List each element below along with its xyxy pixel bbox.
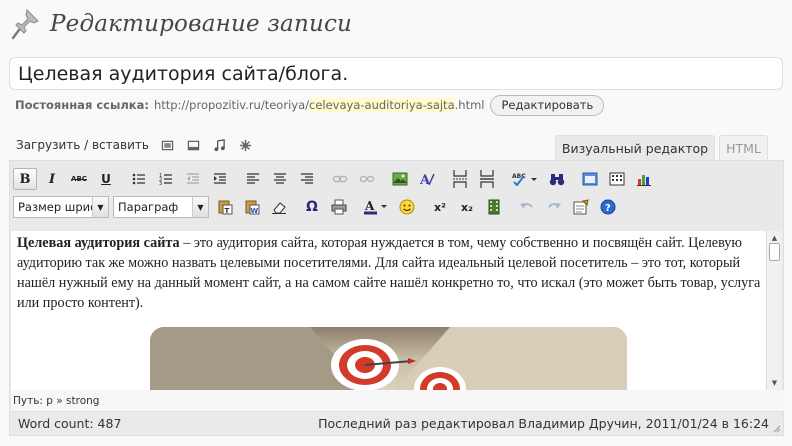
svg-text:?: ? bbox=[605, 203, 611, 214]
spellcheck-icon[interactable]: ABC bbox=[508, 168, 542, 190]
permalink-label: Постоянная ссылка: bbox=[15, 98, 149, 112]
align-right-icon[interactable] bbox=[295, 168, 319, 190]
chevron-down-icon: ▼ bbox=[92, 197, 108, 217]
edit-permalink-button[interactable]: Редактировать bbox=[490, 94, 605, 116]
word-count: Word count: 487 bbox=[18, 416, 122, 431]
svg-text:3: 3 bbox=[159, 181, 162, 187]
print-icon[interactable] bbox=[327, 196, 351, 218]
emoticon-icon[interactable] bbox=[395, 196, 419, 218]
paste-word-icon[interactable]: W bbox=[240, 196, 264, 218]
darts-target-illustration bbox=[150, 327, 627, 390]
scroll-down-icon[interactable]: ▼ bbox=[767, 376, 782, 390]
chevron-down-icon: ▼ bbox=[192, 197, 208, 217]
element-path[interactable]: Путь: p » strong bbox=[13, 395, 99, 407]
content-lead-bold: Целевая аудитория сайта bbox=[17, 235, 180, 251]
editor-frame: B I ABC U 123 A ABC Размер шрифт ▼ Параг… bbox=[9, 160, 784, 412]
resize-grip-icon[interactable] bbox=[771, 423, 781, 433]
media-star-icon[interactable] bbox=[239, 138, 253, 152]
more-tag-icon[interactable] bbox=[475, 168, 499, 190]
page-break-icon[interactable] bbox=[448, 168, 472, 190]
video-icon[interactable] bbox=[187, 138, 201, 152]
page-title: Редактирование записи bbox=[50, 11, 353, 37]
subscript-icon[interactable]: x₂ bbox=[455, 196, 479, 218]
find-binoculars-icon[interactable] bbox=[545, 168, 569, 190]
special-char-icon[interactable]: Ω bbox=[300, 196, 324, 218]
permalink-url-prefix: http://propozitiv.ru/teoriya/ bbox=[153, 98, 309, 112]
paste-text-icon[interactable]: T bbox=[213, 196, 237, 218]
upload-insert-label: Загрузить / вставить bbox=[16, 138, 149, 152]
media-film-icon[interactable] bbox=[482, 196, 506, 218]
strikethrough-button[interactable]: ABC bbox=[67, 168, 91, 190]
pushpin-icon bbox=[10, 7, 42, 41]
scrollbar-thumb[interactable] bbox=[769, 243, 780, 261]
element-path-bar: Путь: p » strong bbox=[11, 390, 784, 411]
unlink-icon[interactable] bbox=[355, 168, 379, 190]
svg-text:W: W bbox=[251, 207, 259, 215]
editor-content[interactable]: Целевая аудитория сайта – это аудитория … bbox=[11, 231, 768, 390]
toolbar-row-1: B I ABC U 123 A ABC bbox=[13, 166, 659, 192]
edit-html-icon[interactable] bbox=[569, 196, 593, 218]
font-size-select[interactable]: Размер шрифт ▼ bbox=[13, 196, 109, 218]
tab-visual-editor[interactable]: Визуальный редактор bbox=[555, 135, 715, 160]
align-center-icon[interactable] bbox=[268, 168, 292, 190]
content-paragraph: Целевая аудитория сайта – это аудитория … bbox=[11, 231, 768, 313]
undo-icon[interactable] bbox=[515, 196, 539, 218]
help-icon[interactable]: ? bbox=[596, 196, 620, 218]
redo-icon[interactable] bbox=[542, 196, 566, 218]
text-style-icon[interactable]: A bbox=[415, 168, 439, 190]
chart-icon[interactable] bbox=[632, 168, 656, 190]
permalink-slug[interactable]: celevaya-auditoriya-sajta bbox=[309, 98, 455, 112]
format-select[interactable]: Параграф ▼ bbox=[113, 196, 209, 218]
bullet-list-icon[interactable] bbox=[127, 168, 151, 190]
post-title-input[interactable] bbox=[9, 57, 783, 90]
upload-insert-row: Загрузить / вставить bbox=[16, 138, 253, 152]
last-edited-info: Последний раз редактировал Владимир Друч… bbox=[318, 416, 769, 431]
fullscreen-icon[interactable] bbox=[578, 168, 602, 190]
outdent-icon[interactable] bbox=[181, 168, 205, 190]
vertical-scrollbar[interactable]: ▲ ▼ bbox=[766, 231, 782, 390]
text-color-icon[interactable]: A bbox=[360, 196, 392, 218]
indent-icon[interactable] bbox=[208, 168, 232, 190]
svg-text:A: A bbox=[364, 199, 375, 213]
status-bar: Word count: 487 Последний раз редактиров… bbox=[9, 412, 784, 436]
svg-text:T: T bbox=[225, 207, 230, 215]
eraser-icon[interactable] bbox=[267, 196, 291, 218]
permalink-row: Постоянная ссылка: http://propozitiv.ru/… bbox=[15, 94, 605, 116]
image-icon[interactable] bbox=[161, 138, 175, 152]
page-header: Редактирование записи bbox=[10, 6, 352, 42]
tab-html[interactable]: HTML bbox=[719, 135, 768, 160]
toolbar-row-2: Размер шрифт ▼ Параграф ▼ T W Ω A x² x₂ bbox=[13, 194, 623, 220]
kitchen-sink-icon[interactable] bbox=[605, 168, 629, 190]
permalink-url-suffix: .html bbox=[454, 98, 485, 112]
insert-image-icon[interactable] bbox=[388, 168, 412, 190]
content-image[interactable] bbox=[150, 327, 627, 390]
bold-button[interactable]: B bbox=[13, 168, 37, 190]
underline-button[interactable]: U bbox=[94, 168, 118, 190]
numbered-list-icon[interactable]: 123 bbox=[154, 168, 178, 190]
insert-link-icon[interactable] bbox=[328, 168, 352, 190]
italic-button[interactable]: I bbox=[40, 168, 64, 190]
superscript-icon[interactable]: x² bbox=[428, 196, 452, 218]
align-left-icon[interactable] bbox=[241, 168, 265, 190]
music-note-icon[interactable] bbox=[213, 138, 227, 152]
